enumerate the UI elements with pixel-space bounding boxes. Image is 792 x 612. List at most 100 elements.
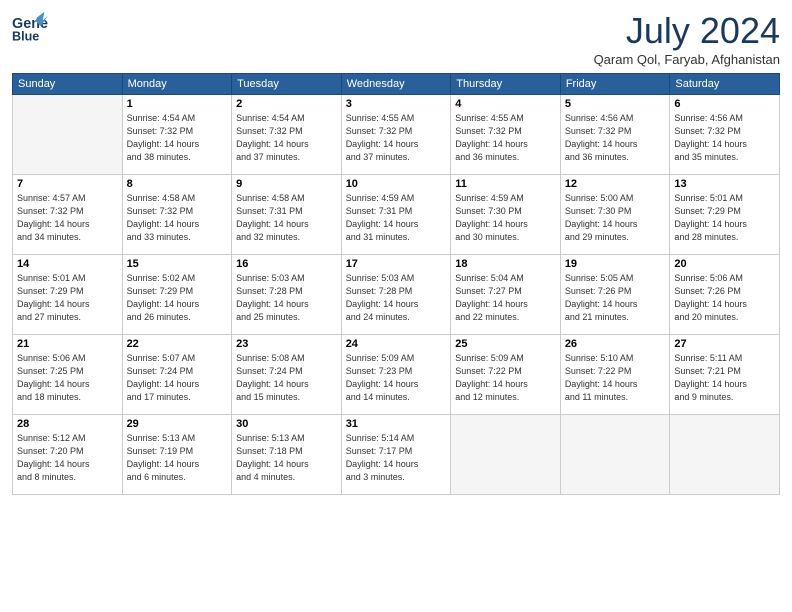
col-saturday: Saturday (670, 74, 780, 95)
calendar-day-cell: 15 Sunrise: 5:02 AM Sunset: 7:29 PM Dayli… (122, 255, 232, 335)
calendar-day-cell: 28Sunrise: 5:12 AM Sunset: 7:20 PM Dayli… (13, 415, 123, 495)
day-number: 13 (674, 178, 775, 190)
calendar-week-5: 28Sunrise: 5:12 AM Sunset: 7:20 PM Dayli… (13, 415, 780, 495)
calendar-day-cell: 21 Sunrise: 5:06 AM Sunset: 7:25 PM Dayli… (13, 335, 123, 415)
calendar-day-cell: 9Sunrise: 4:58 AM Sunset: 7:31 PM Daylig… (232, 175, 342, 255)
calendar-day-cell (451, 415, 561, 495)
svg-text:Blue: Blue (12, 30, 39, 44)
day-info: Sunrise: 5:06 AM Sunset: 7:25 PM Dayligh… (17, 352, 118, 404)
calendar-day-cell: 17 Sunrise: 5:03 AM Sunset: 7:28 PM Dayli… (341, 255, 451, 335)
calendar-day-cell: 20 Sunrise: 5:06 AM Sunset: 7:26 PM Dayli… (670, 255, 780, 335)
day-info: Sunrise: 4:57 AM Sunset: 7:32 PM Dayligh… (17, 192, 118, 244)
calendar-day-cell: 25 Sunrise: 5:09 AM Sunset: 7:22 PM Dayli… (451, 335, 561, 415)
calendar-week-4: 21 Sunrise: 5:06 AM Sunset: 7:25 PM Dayli… (13, 335, 780, 415)
day-info: Sunrise: 4:56 AM Sunset: 7:32 PM Dayligh… (565, 112, 666, 164)
calendar-week-3: 14 Sunrise: 5:01 AM Sunset: 7:29 PM Dayli… (13, 255, 780, 335)
day-number: 23 (236, 338, 337, 350)
day-info: Sunrise: 5:01 AM Sunset: 7:29 PM Dayligh… (17, 272, 118, 324)
calendar-day-cell: 31 Sunrise: 5:14 AM Sunset: 7:17 PM Dayli… (341, 415, 451, 495)
day-info: Sunrise: 5:14 AM Sunset: 7:17 PM Dayligh… (346, 432, 447, 484)
day-number: 9 (236, 178, 337, 190)
calendar-day-cell (560, 415, 670, 495)
calendar-day-cell (670, 415, 780, 495)
page-header: General Blue July 2024 Qaram Qol, Faryab… (12, 10, 780, 67)
day-number: 16 (236, 258, 337, 270)
col-monday: Monday (122, 74, 232, 95)
logo-icon: General Blue (12, 10, 48, 46)
day-number: 30 (236, 418, 337, 430)
day-number: 22 (127, 338, 228, 350)
day-info: Sunrise: 5:07 AM Sunset: 7:24 PM Dayligh… (127, 352, 228, 404)
col-wednesday: Wednesday (341, 74, 451, 95)
day-number: 29 (127, 418, 228, 430)
calendar-day-cell: 23 Sunrise: 5:08 AM Sunset: 7:24 PM Dayli… (232, 335, 342, 415)
day-number: 12 (565, 178, 666, 190)
calendar-day-cell: 27 Sunrise: 5:11 AM Sunset: 7:21 PM Dayli… (670, 335, 780, 415)
location-subtitle: Qaram Qol, Faryab, Afghanistan (594, 52, 780, 67)
calendar-table: Sunday Monday Tuesday Wednesday Thursday… (12, 73, 780, 495)
day-number: 2 (236, 98, 337, 110)
calendar-day-cell: 5 Sunrise: 4:56 AM Sunset: 7:32 PM Daylig… (560, 95, 670, 175)
day-info: Sunrise: 5:08 AM Sunset: 7:24 PM Dayligh… (236, 352, 337, 404)
calendar-day-cell: 1 Sunrise: 4:54 AM Sunset: 7:32 PM Daylig… (122, 95, 232, 175)
logo: General Blue (12, 10, 48, 46)
day-info: Sunrise: 4:59 AM Sunset: 7:30 PM Dayligh… (455, 192, 556, 244)
day-info: Sunrise: 4:58 AM Sunset: 7:32 PM Dayligh… (127, 192, 228, 244)
day-info: Sunrise: 5:09 AM Sunset: 7:22 PM Dayligh… (455, 352, 556, 404)
calendar-day-cell: 11Sunrise: 4:59 AM Sunset: 7:30 PM Dayli… (451, 175, 561, 255)
calendar-day-cell: 4Sunrise: 4:55 AM Sunset: 7:32 PM Daylig… (451, 95, 561, 175)
calendar-header-row: Sunday Monday Tuesday Wednesday Thursday… (13, 74, 780, 95)
calendar-day-cell: 8 Sunrise: 4:58 AM Sunset: 7:32 PM Daylig… (122, 175, 232, 255)
day-number: 21 (17, 338, 118, 350)
day-info: Sunrise: 5:03 AM Sunset: 7:28 PM Dayligh… (346, 272, 447, 324)
day-number: 27 (674, 338, 775, 350)
calendar-day-cell: 12 Sunrise: 5:00 AM Sunset: 7:30 PM Dayli… (560, 175, 670, 255)
day-info: Sunrise: 5:05 AM Sunset: 7:26 PM Dayligh… (565, 272, 666, 324)
calendar-week-1: 1 Sunrise: 4:54 AM Sunset: 7:32 PM Daylig… (13, 95, 780, 175)
day-info: Sunrise: 5:00 AM Sunset: 7:30 PM Dayligh… (565, 192, 666, 244)
day-info: Sunrise: 4:54 AM Sunset: 7:32 PM Dayligh… (127, 112, 228, 164)
day-info: Sunrise: 5:04 AM Sunset: 7:27 PM Dayligh… (455, 272, 556, 324)
day-info: Sunrise: 5:10 AM Sunset: 7:22 PM Dayligh… (565, 352, 666, 404)
day-info: Sunrise: 5:02 AM Sunset: 7:29 PM Dayligh… (127, 272, 228, 324)
day-number: 25 (455, 338, 556, 350)
calendar-day-cell: 10 Sunrise: 4:59 AM Sunset: 7:31 PM Dayli… (341, 175, 451, 255)
calendar-day-cell (13, 95, 123, 175)
day-number: 5 (565, 98, 666, 110)
day-info: Sunrise: 5:11 AM Sunset: 7:21 PM Dayligh… (674, 352, 775, 404)
col-thursday: Thursday (451, 74, 561, 95)
day-number: 17 (346, 258, 447, 270)
calendar-day-cell: 2 Sunrise: 4:54 AM Sunset: 7:32 PM Daylig… (232, 95, 342, 175)
day-info: Sunrise: 4:55 AM Sunset: 7:32 PM Dayligh… (346, 112, 447, 164)
col-friday: Friday (560, 74, 670, 95)
day-number: 31 (346, 418, 447, 430)
day-number: 15 (127, 258, 228, 270)
month-year-title: July 2024 (594, 10, 780, 52)
calendar-day-cell: 26Sunrise: 5:10 AM Sunset: 7:22 PM Dayli… (560, 335, 670, 415)
day-info: Sunrise: 5:06 AM Sunset: 7:26 PM Dayligh… (674, 272, 775, 324)
calendar-day-cell: 18Sunrise: 5:04 AM Sunset: 7:27 PM Dayli… (451, 255, 561, 335)
day-number: 8 (127, 178, 228, 190)
calendar-day-cell: 6Sunrise: 4:56 AM Sunset: 7:32 PM Daylig… (670, 95, 780, 175)
day-number: 14 (17, 258, 118, 270)
day-number: 10 (346, 178, 447, 190)
day-number: 20 (674, 258, 775, 270)
calendar-week-2: 7 Sunrise: 4:57 AM Sunset: 7:32 PM Daylig… (13, 175, 780, 255)
day-info: Sunrise: 5:01 AM Sunset: 7:29 PM Dayligh… (674, 192, 775, 244)
day-number: 7 (17, 178, 118, 190)
day-info: Sunrise: 5:13 AM Sunset: 7:19 PM Dayligh… (127, 432, 228, 484)
day-number: 1 (127, 98, 228, 110)
day-info: Sunrise: 5:13 AM Sunset: 7:18 PM Dayligh… (236, 432, 337, 484)
day-info: Sunrise: 5:03 AM Sunset: 7:28 PM Dayligh… (236, 272, 337, 324)
day-number: 28 (17, 418, 118, 430)
col-sunday: Sunday (13, 74, 123, 95)
calendar-day-cell: 29 Sunrise: 5:13 AM Sunset: 7:19 PM Dayli… (122, 415, 232, 495)
title-area: July 2024 Qaram Qol, Faryab, Afghanistan (594, 10, 780, 67)
calendar-day-cell: 13 Sunrise: 5:01 AM Sunset: 7:29 PM Dayli… (670, 175, 780, 255)
day-info: Sunrise: 4:54 AM Sunset: 7:32 PM Dayligh… (236, 112, 337, 164)
day-info: Sunrise: 4:59 AM Sunset: 7:31 PM Dayligh… (346, 192, 447, 244)
day-number: 3 (346, 98, 447, 110)
calendar-day-cell: 3 Sunrise: 4:55 AM Sunset: 7:32 PM Daylig… (341, 95, 451, 175)
calendar-day-cell: 16 Sunrise: 5:03 AM Sunset: 7:28 PM Dayli… (232, 255, 342, 335)
calendar-day-cell: 7 Sunrise: 4:57 AM Sunset: 7:32 PM Daylig… (13, 175, 123, 255)
